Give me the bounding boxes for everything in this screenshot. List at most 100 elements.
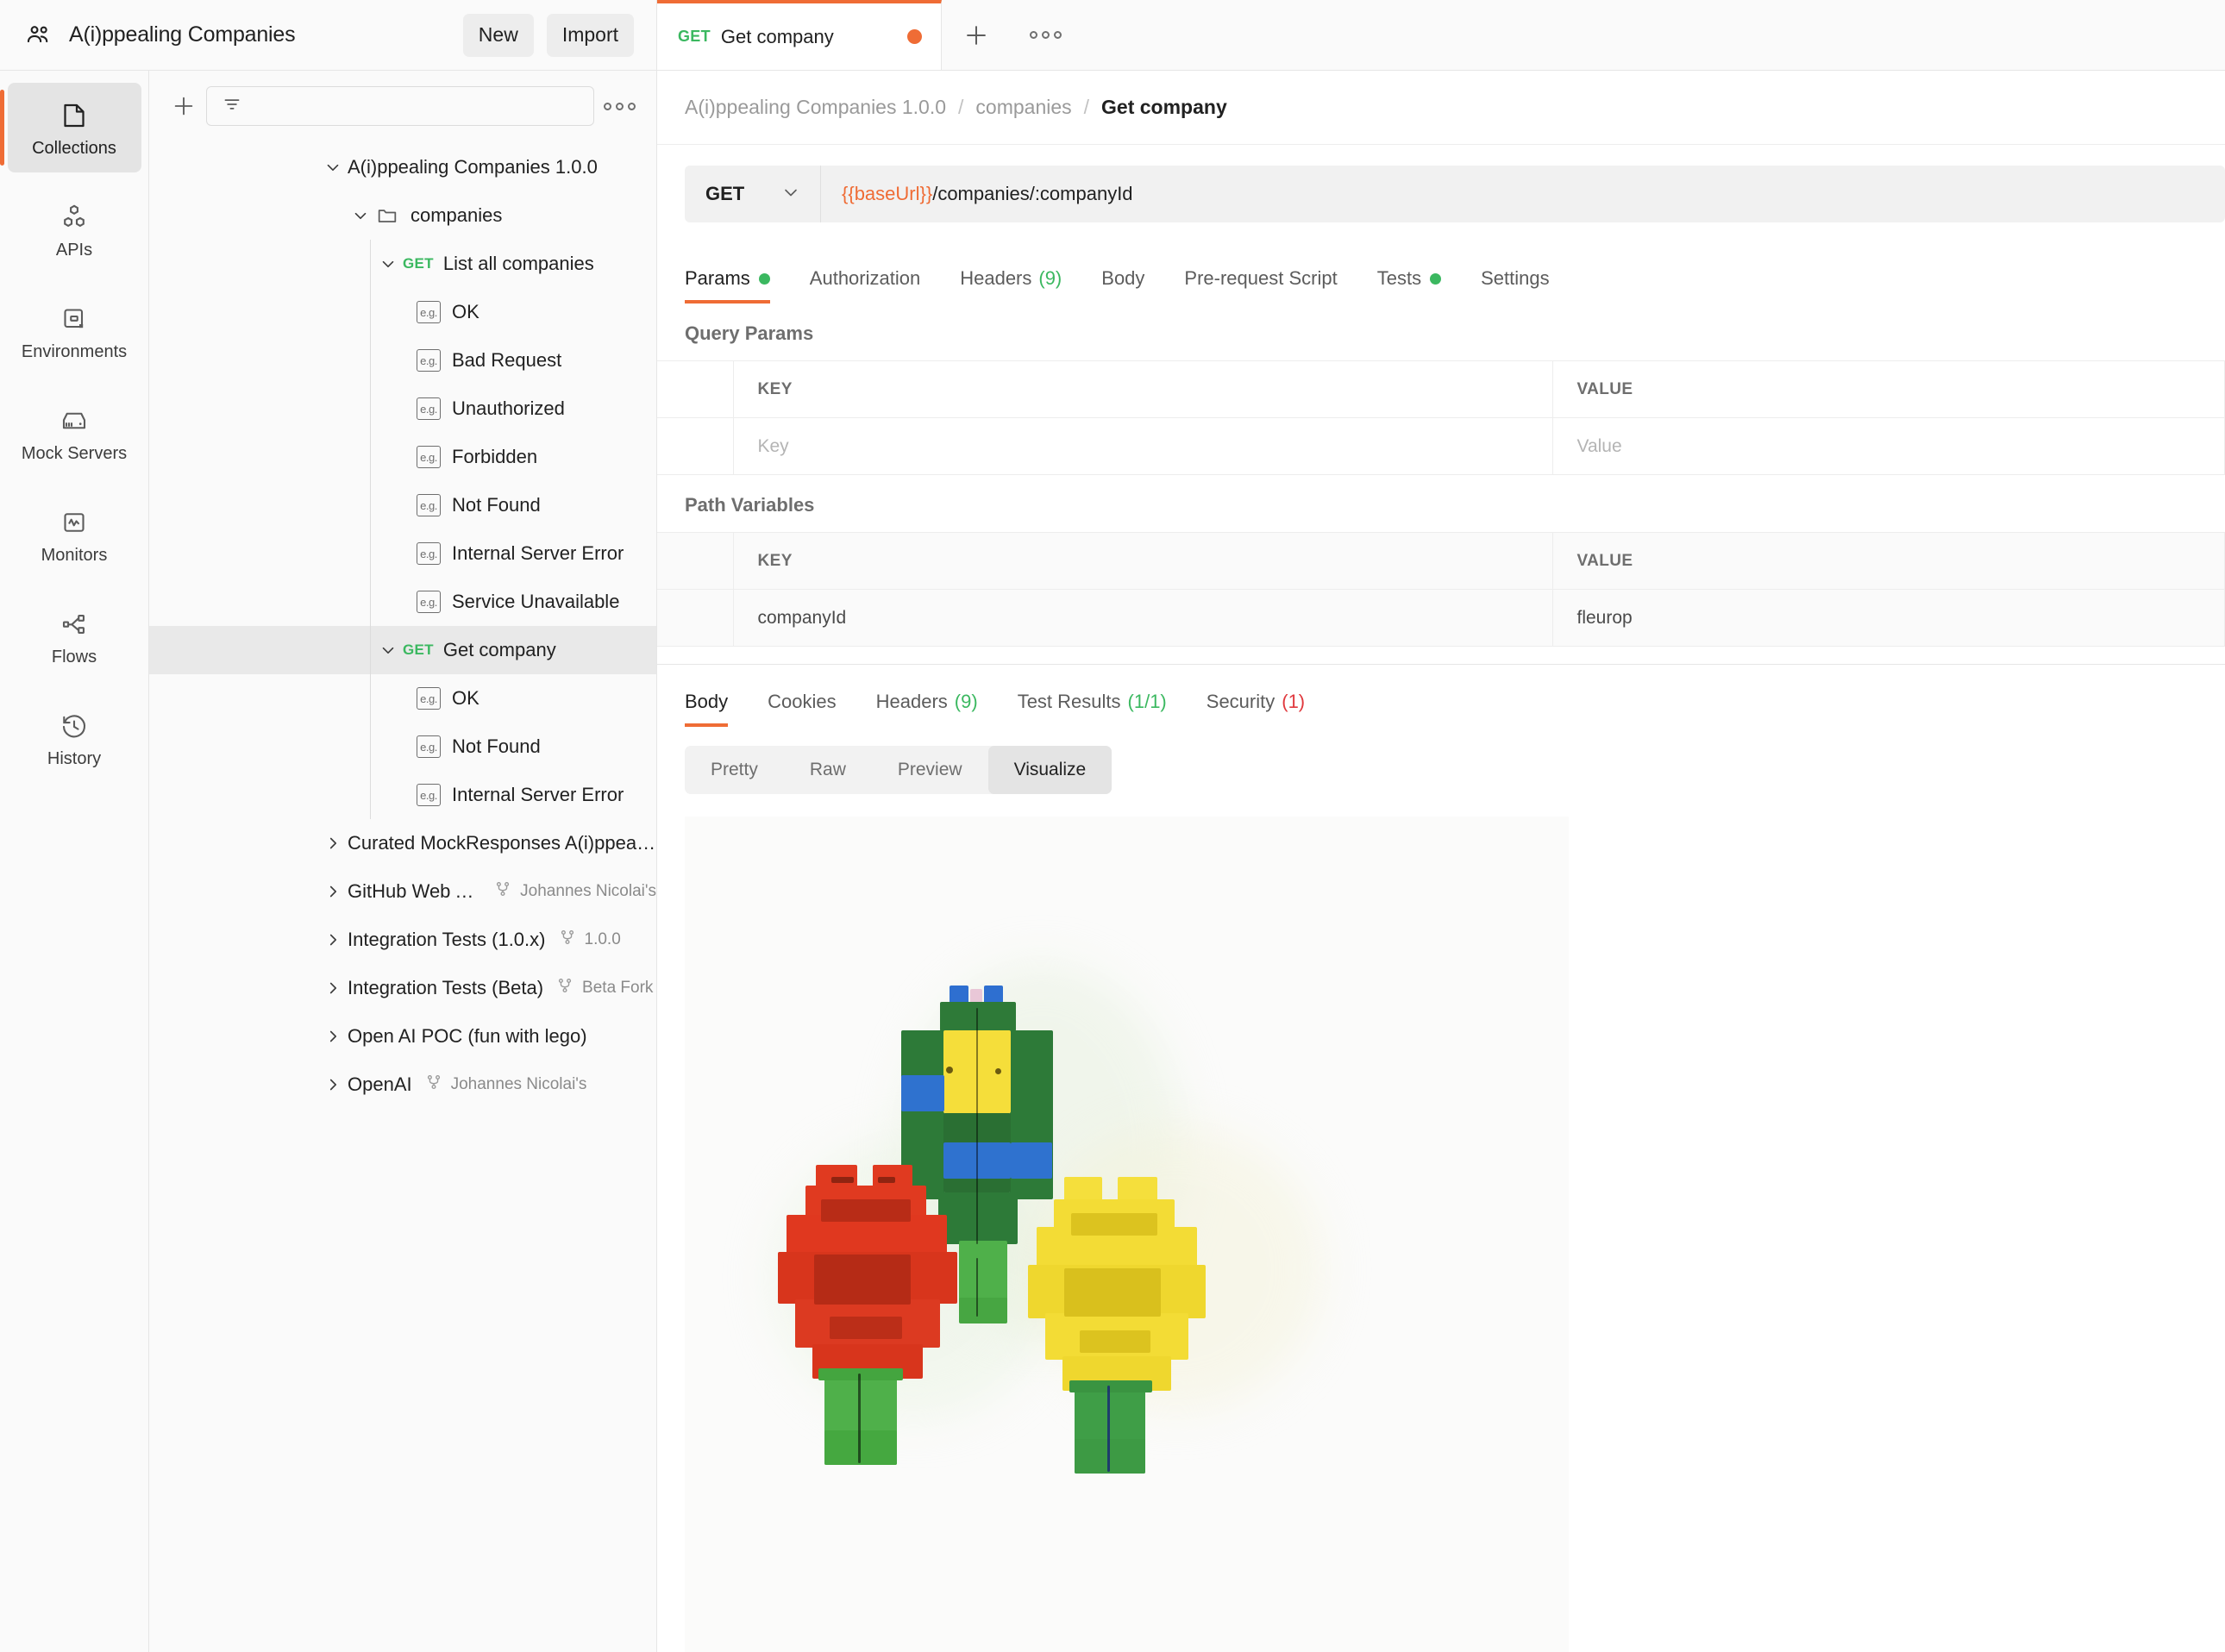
path-variable-key-cell[interactable]: companyId [733,589,1553,647]
fork-label: Beta Fork [582,979,654,997]
sidebar-item-mock-servers[interactable]: Mock Servers [8,388,141,478]
tree-item-example-service-unavailable[interactable]: e.g. Service Unavailable [370,578,656,626]
tree-item-example-bad-request[interactable]: e.g. Bad Request [370,336,656,385]
tree-item-request-list-all-companies[interactable]: GET List all companies [370,240,656,288]
view-mode-visualize[interactable]: Visualize [987,746,1112,794]
sidebar-more-button[interactable] [594,86,644,126]
new-button[interactable]: New [462,13,534,57]
method-select[interactable]: GET [685,166,821,222]
rail-label-mock-servers: Mock Servers [21,443,128,463]
tree-item-example-get-not-found[interactable]: e.g. Not Found [370,723,656,771]
response-tab-security[interactable]: Security (1) [1207,691,1305,727]
chevron-right-icon[interactable] [318,1027,348,1046]
tab-pre-request-script[interactable]: Pre-request Script [1184,267,1337,303]
tree-item-collection-curated-mockresponses[interactable]: Curated MockResponses A(i)ppealin... [149,819,656,867]
checkbox-column-header [657,360,734,418]
view-mode-pretty[interactable]: Pretty [685,746,784,794]
tree-item-example-forbidden[interactable]: e.g. Forbidden [370,433,656,481]
example-icon: e.g. [417,542,441,565]
sidebar-filter[interactable] [206,86,594,126]
table-row[interactable]: companyId fleurop [657,589,2225,647]
url-bar: GET {{baseUrl}}/companies/:companyId [685,166,2225,222]
breadcrumb: A(i)ppealing Companies 1.0.0 / companies… [657,71,2225,145]
tree-item-example-get-ok[interactable]: e.g. OK [370,674,656,723]
response-tab-cookies[interactable]: Cookies [768,691,836,727]
tab-body[interactable]: Body [1101,267,1144,303]
response-tab-body[interactable]: Body [685,691,729,727]
tab-settings[interactable]: Settings [1481,267,1550,303]
request-tab-get-company[interactable]: GET Get company [657,0,942,70]
tree-item-label: Open AI POC (fun with lego) [348,1025,587,1047]
tree-item-collection-github-web-api[interactable]: GitHub Web API ... Johannes Nicolai's [149,867,656,916]
tab-label: Test Results [1017,691,1121,712]
tabs-more-button[interactable] [1011,0,1080,70]
new-tab-button[interactable] [942,0,1011,70]
chevron-down-icon[interactable] [373,254,403,273]
import-button[interactable]: Import [546,13,634,57]
chevron-down-icon[interactable] [346,206,375,225]
tree-item-example-not-found[interactable]: e.g. Not Found [370,481,656,529]
breadcrumb-separator: / [1083,96,1090,118]
tree-item-label: OK [452,301,479,322]
row-checkbox[interactable] [657,589,734,647]
chevron-right-icon[interactable] [318,834,348,853]
tab-authorization[interactable]: Authorization [810,267,920,303]
sidebar-item-environments[interactable]: Environments [8,286,141,376]
breadcrumb-folder[interactable]: companies [975,96,1071,119]
tree-item-label: OK [452,687,479,709]
collections-sidebar: A(i)ppealing Companies 1.0.0 companies G… [149,71,657,1652]
tree-item-collection-integration-tests-1-0-x[interactable]: Integration Tests (1.0.x) 1.0.0 [149,916,656,964]
chevron-down-icon[interactable] [318,158,348,177]
sidebar-item-flows[interactable]: Flows [8,591,141,681]
table-row[interactable]: Key Value [657,417,2225,475]
tree-item-example-unauthorized[interactable]: e.g. Unauthorized [370,385,656,433]
response-pane: Body Cookies Headers (9) Test Results (1… [657,664,2225,1652]
tab-strip: GET Get company [657,0,2225,71]
tree-item-example-get-internal-server-error[interactable]: e.g. Internal Server Error [370,771,656,819]
query-param-value-cell[interactable]: Value [1552,417,2225,475]
tree-item-collection-open-ai-poc[interactable]: Open AI POC (fun with lego) [149,1012,656,1061]
chevron-right-icon[interactable] [318,1075,348,1094]
chevron-right-icon[interactable] [318,979,348,998]
add-collection-button[interactable] [161,86,206,126]
path-variable-value-cell[interactable]: fleurop [1552,589,2225,647]
fork-label: 1.0.0 [584,930,621,948]
tab-label: Tests [1376,267,1422,289]
tree-item-example-internal-server-error[interactable]: e.g. Internal Server Error [370,529,656,578]
view-mode-raw[interactable]: Raw [784,746,872,794]
tab-tests[interactable]: Tests [1376,267,1442,303]
query-param-key-cell[interactable]: Key [733,417,1553,475]
rail-label-monitors: Monitors [41,545,108,565]
tree-item-collection-integration-tests-beta[interactable]: Integration Tests (Beta) Beta Fork [149,964,656,1012]
breadcrumb-collection[interactable]: A(i)ppealing Companies 1.0.0 [685,96,946,119]
rail-label-flows: Flows [51,647,97,666]
example-icon: e.g. [417,735,441,758]
response-tab-test-results[interactable]: Test Results (1/1) [1018,691,1167,727]
sidebar-item-history[interactable]: History [8,693,141,783]
chevron-right-icon[interactable] [318,882,348,901]
tree-item-folder-companies[interactable]: companies [149,191,656,240]
tree-item-request-get-company[interactable]: GET Get company [149,626,656,674]
url-input[interactable]: {{baseUrl}}/companies/:companyId [821,166,2225,222]
row-checkbox[interactable] [657,417,734,475]
sidebar-item-collections[interactable]: Collections [0,83,141,172]
key-placeholder: Key [757,435,789,456]
sidebar-item-apis[interactable]: APIs [8,185,141,274]
search-input[interactable] [252,96,580,116]
response-tab-headers[interactable]: Headers (9) [876,691,978,727]
tree-item-example-ok[interactable]: e.g. OK [370,288,656,336]
sidebar-item-monitors[interactable]: Monitors [8,490,141,579]
tab-params[interactable]: Params [685,267,770,303]
example-icon: e.g. [417,687,441,710]
tree-item-collection-root[interactable]: A(i)ppealing Companies 1.0.0 [149,143,656,191]
collections-icon [59,97,90,134]
tab-headers[interactable]: Headers (9) [960,267,1062,303]
tree-item-label: Not Found [452,735,541,757]
fork-info: Beta Fork [555,976,653,1000]
mock-servers-icon [59,403,90,439]
tree-item-collection-openai[interactable]: OpenAI Johannes Nicolai's [149,1061,656,1109]
chevron-down-icon[interactable] [373,641,403,660]
view-mode-preview[interactable]: Preview [872,746,988,794]
rail-label-history: History [47,748,102,768]
chevron-right-icon[interactable] [318,930,348,949]
